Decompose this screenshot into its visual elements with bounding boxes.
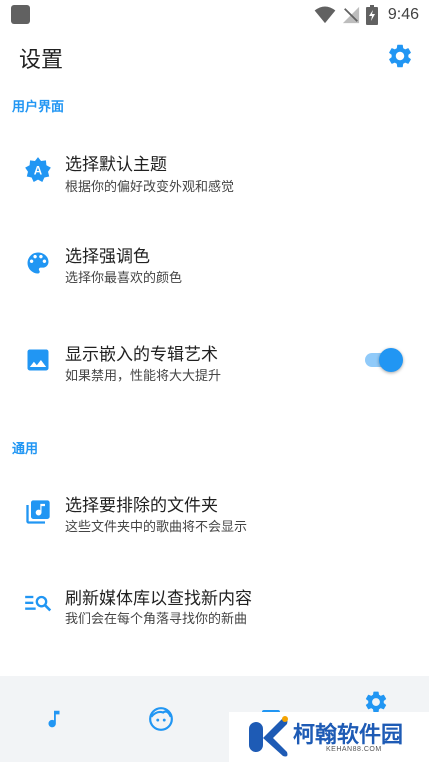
toolbar: 设置: [0, 30, 429, 82]
toggle-thumb: [379, 348, 403, 372]
section-header-general: 通用: [12, 442, 39, 457]
pref-accent-color[interactable]: 选择强调色 选择你最喜欢的颜色: [0, 218, 429, 308]
watermark: 柯翰软件园 KEHAN88.COM: [229, 712, 429, 762]
music-library-icon: [26, 500, 50, 524]
pref-default-theme[interactable]: A 选择默认主题 根据你的偏好改变外观和感觉: [0, 125, 429, 215]
status-time: 9:46: [387, 6, 419, 23]
watermark-domain: KEHAN88.COM: [326, 746, 382, 753]
svg-text:A: A: [34, 165, 43, 178]
pref-summary: 我们会在每个角落寻找你的新曲: [65, 612, 248, 627]
notification-square-icon: [11, 5, 30, 24]
nav-songs[interactable]: [30, 695, 78, 743]
pref-title: 刷新媒体库以查找新内容: [65, 589, 252, 609]
status-bar: 9:46: [0, 0, 429, 30]
pref-title: 显示嵌入的专辑艺术: [65, 345, 218, 365]
pref-title: 选择强调色: [65, 247, 150, 267]
page-title: 设置: [19, 48, 64, 73]
album-art-toggle[interactable]: [363, 348, 403, 372]
palette-icon: [27, 252, 49, 274]
theme-badge-icon: A: [25, 157, 51, 183]
watermark-title: 柯翰软件园: [293, 723, 404, 748]
battery-charging-icon: [365, 5, 378, 25]
pref-summary: 根据你的偏好改变外观和感觉: [65, 180, 235, 195]
pref-show-album-art[interactable]: 显示嵌入的专辑艺术 如果禁用，性能将大大提升: [0, 316, 429, 406]
pref-summary: 如果禁用，性能将大大提升: [65, 369, 222, 384]
pref-rescan-media[interactable]: 刷新媒体库以查找新内容 我们会在每个角落寻找你的新曲: [0, 560, 429, 650]
pref-summary: 这些文件夹中的歌曲将不会显示: [65, 520, 248, 535]
gear-icon[interactable]: [386, 42, 414, 70]
status-icons: 9:46: [314, 4, 419, 26]
watermark-logo-icon: [249, 716, 288, 757]
pref-summary: 选择你最喜欢的颜色: [65, 271, 183, 286]
image-icon: [27, 349, 49, 371]
search-list-icon: [25, 595, 52, 612]
nav-artists[interactable]: [137, 695, 185, 743]
face-icon: [149, 707, 173, 731]
pref-excluded-folders[interactable]: 选择要排除的文件夹 这些文件夹中的歌曲将不会显示: [0, 466, 429, 556]
section-header-ui: 用户界面: [12, 100, 65, 115]
wifi-icon: [314, 6, 336, 24]
music-note-icon: [48, 710, 60, 728]
pref-title: 选择默认主题: [65, 155, 167, 175]
no-signal-icon: [342, 6, 359, 24]
pref-title: 选择要排除的文件夹: [65, 496, 218, 516]
